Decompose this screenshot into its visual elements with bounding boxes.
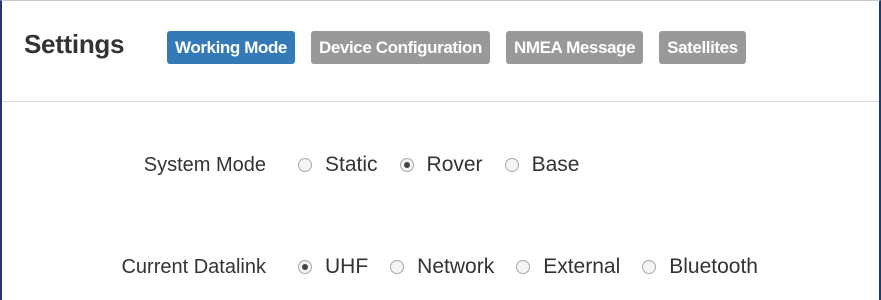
radio-rover[interactable] <box>399 158 414 172</box>
system-mode-option-base[interactable]: Base <box>504 153 580 177</box>
option-label-static: Static <box>325 153 378 176</box>
datalink-option-uhf[interactable]: UHF <box>298 255 368 279</box>
tab-satellites[interactable]: Satellites <box>659 31 746 64</box>
option-label-network: Network <box>417 255 495 278</box>
current-datalink-radio-group: UHF Network External Bluetooth <box>298 255 758 279</box>
datalink-option-network[interactable]: Network <box>390 255 494 279</box>
system-mode-radio-group: Static Rover Base <box>298 153 601 177</box>
option-label-bluetooth: Bluetooth <box>669 255 758 278</box>
option-label-rover: Rover <box>426 153 483 176</box>
datalink-option-bluetooth[interactable]: Bluetooth <box>642 255 758 279</box>
system-mode-option-static[interactable]: Static <box>298 153 378 177</box>
radio-uhf[interactable] <box>298 260 312 274</box>
tab-nmea-message[interactable]: NMEA Message <box>505 31 644 64</box>
option-label-uhf: UHF <box>325 255 369 278</box>
option-label-external: External <box>543 255 621 278</box>
system-mode-option-rover[interactable]: Rover <box>399 153 483 177</box>
settings-header: Settings Working Mode Device Configurati… <box>2 1 879 102</box>
datalink-option-external[interactable]: External <box>516 255 620 279</box>
current-datalink-label: Current Datalink <box>121 255 266 278</box>
tab-device-configuration[interactable]: Device Configuration <box>311 31 490 64</box>
settings-tabs: Working Mode Device Configuration NMEA M… <box>167 31 746 64</box>
system-mode-row: System Mode Static Rover Base <box>2 150 879 180</box>
settings-panel: Settings Working Mode Device Configurati… <box>0 0 881 300</box>
current-datalink-row: Current Datalink UHF Network External Bl… <box>2 252 879 282</box>
radio-external[interactable] <box>516 260 531 274</box>
radio-static[interactable] <box>298 158 312 172</box>
option-label-base: Base <box>531 153 580 176</box>
radio-network[interactable] <box>390 260 405 274</box>
tab-working-mode[interactable]: Working Mode <box>167 31 295 64</box>
radio-base[interactable] <box>504 158 519 172</box>
system-mode-label: System Mode <box>143 153 266 176</box>
radio-bluetooth[interactable] <box>642 260 657 274</box>
page-title: Settings <box>24 29 125 59</box>
